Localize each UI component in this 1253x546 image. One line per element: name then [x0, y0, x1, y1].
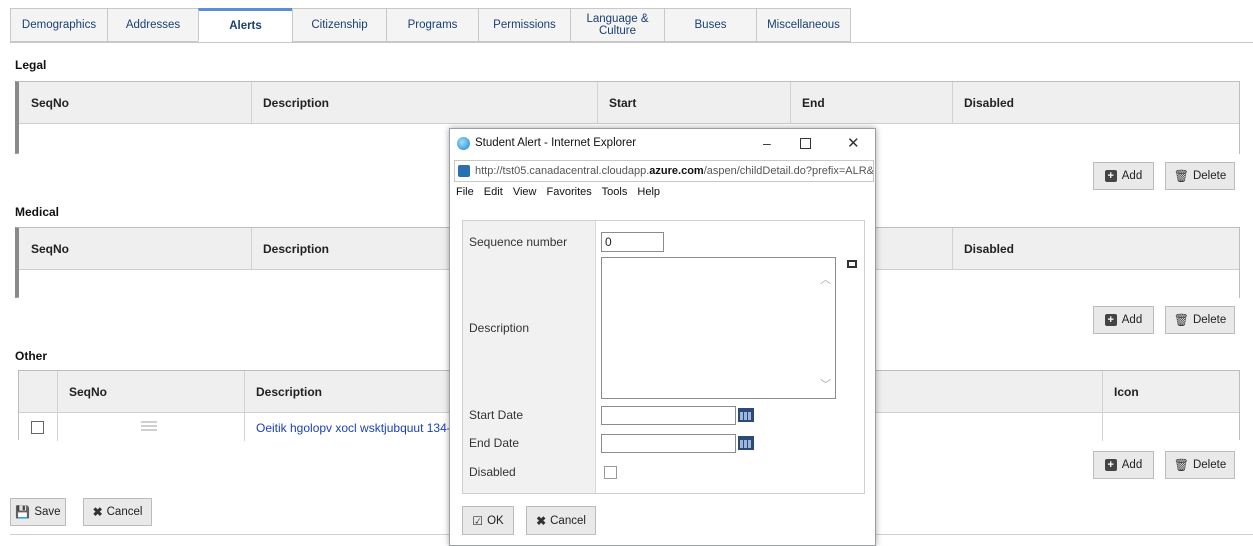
menu-edit[interactable]: Edit	[484, 186, 503, 198]
menu-view[interactable]: View	[513, 186, 537, 198]
tab-miscellaneous[interactable]: Miscellaneous	[756, 8, 851, 42]
maximize-icon[interactable]	[800, 138, 811, 149]
ok-button[interactable]: ☑ OK	[462, 506, 514, 535]
expand-window-icon[interactable]	[847, 260, 857, 268]
legal-delete-button[interactable]: 🗑 Delete	[1165, 162, 1235, 190]
plus-icon: +	[1104, 314, 1117, 326]
menu-file[interactable]: File	[456, 186, 474, 198]
legal-title: Legal	[15, 58, 47, 72]
col-seqno[interactable]: SeqNo	[31, 96, 69, 110]
trash-icon: 🗑	[1173, 169, 1189, 183]
alert-form: Sequence number Description Start Date E…	[462, 220, 865, 494]
medical-add-button[interactable]: + Add	[1093, 306, 1154, 334]
medical-title: Medical	[15, 205, 60, 219]
other-add-button[interactable]: + Add	[1093, 451, 1154, 479]
end-date-label: End Date	[469, 436, 520, 450]
other-delete-button[interactable]: 🗑 Delete	[1165, 451, 1235, 479]
tab-permissions[interactable]: Permissions	[478, 8, 571, 42]
plus-icon: +	[1104, 170, 1117, 182]
tab-language-culture[interactable]: Language & Culture	[570, 8, 665, 42]
minimize-icon[interactable]: –	[763, 135, 771, 151]
cancel-button[interactable]: ✖ Cancel	[83, 498, 152, 526]
col-seqno[interactable]: SeqNo	[31, 242, 69, 256]
disabled-checkbox[interactable]	[604, 466, 617, 479]
tab-citizenship[interactable]: Citizenship	[292, 8, 387, 42]
menu-tools[interactable]: Tools	[602, 186, 628, 198]
scroll-down-icon[interactable]: ﹀	[820, 376, 831, 392]
description-label: Description	[469, 321, 530, 335]
other-title: Other	[15, 349, 48, 363]
tab-addresses[interactable]: Addresses	[107, 8, 199, 42]
tab-alerts[interactable]: Alerts	[198, 8, 293, 42]
close-icon: ✖	[92, 505, 103, 519]
close-icon: ✖	[536, 513, 547, 528]
col-disabled[interactable]: Disabled	[964, 242, 1014, 256]
tab-buses[interactable]: Buses	[664, 8, 757, 42]
col-seqno[interactable]: SeqNo	[69, 385, 107, 399]
col-start[interactable]: Start	[609, 96, 636, 110]
col-description[interactable]: Description	[263, 96, 329, 110]
drag-handle-icon[interactable]	[141, 421, 157, 431]
window-title: Student Alert - Internet Explorer	[475, 137, 637, 149]
save-button[interactable]: 💾 Save	[10, 498, 66, 526]
medical-delete-button[interactable]: 🗑 Delete	[1165, 306, 1235, 334]
close-window-icon[interactable]: ✕	[847, 134, 860, 152]
trash-icon: 🗑	[1173, 458, 1189, 472]
menu-favorites[interactable]: Favorites	[547, 186, 592, 198]
tab-demographics[interactable]: Demographics	[10, 8, 108, 42]
sequence-input[interactable]: 0	[601, 232, 664, 252]
row-checkbox[interactable]	[31, 421, 44, 434]
sequence-label: Sequence number	[469, 235, 568, 249]
page-icon	[458, 165, 470, 177]
end-date-input[interactable]	[601, 434, 736, 453]
checkbox-icon: ☑	[472, 513, 484, 528]
menu-bar: File Edit View Favorites Tools Help	[456, 186, 667, 198]
col-description[interactable]: Description	[263, 242, 329, 256]
address-bar[interactable]: http://tst05.canadacentral.cloudapp.azur…	[454, 160, 874, 182]
scroll-up-icon[interactable]: ︿	[820, 271, 831, 287]
floppy-icon: 💾	[15, 505, 31, 519]
col-icon[interactable]: Icon	[1114, 385, 1139, 399]
window-titlebar[interactable]: Student Alert - Internet Explorer – ✕	[450, 129, 875, 159]
trash-icon: 🗑	[1173, 313, 1189, 327]
ie-logo-icon	[457, 137, 470, 150]
student-alert-window: Student Alert - Internet Explorer – ✕ ht…	[449, 128, 876, 546]
popup-cancel-button[interactable]: ✖ Cancel	[526, 506, 596, 535]
start-date-calendar-icon[interactable]	[738, 408, 754, 422]
description-textarea[interactable]: ︿ ﹀	[601, 257, 836, 399]
tab-divider	[10, 42, 1253, 43]
col-end[interactable]: End	[802, 96, 825, 110]
menu-help[interactable]: Help	[637, 186, 660, 198]
col-disabled[interactable]: Disabled	[964, 96, 1014, 110]
row-description-link[interactable]: Oeitik hgolopv xocl wsktjubquut 134-5	[256, 421, 457, 435]
tab-bar: Demographics Addresses Alerts Citizenshi…	[10, 8, 851, 43]
tab-programs[interactable]: Programs	[386, 8, 479, 42]
col-description[interactable]: Description	[256, 385, 322, 399]
legal-add-button[interactable]: + Add	[1093, 162, 1154, 190]
plus-icon: +	[1104, 459, 1117, 471]
start-date-input[interactable]	[601, 406, 736, 425]
disabled-label: Disabled	[469, 465, 516, 479]
start-date-label: Start Date	[469, 408, 524, 422]
end-date-calendar-icon[interactable]	[738, 436, 754, 450]
